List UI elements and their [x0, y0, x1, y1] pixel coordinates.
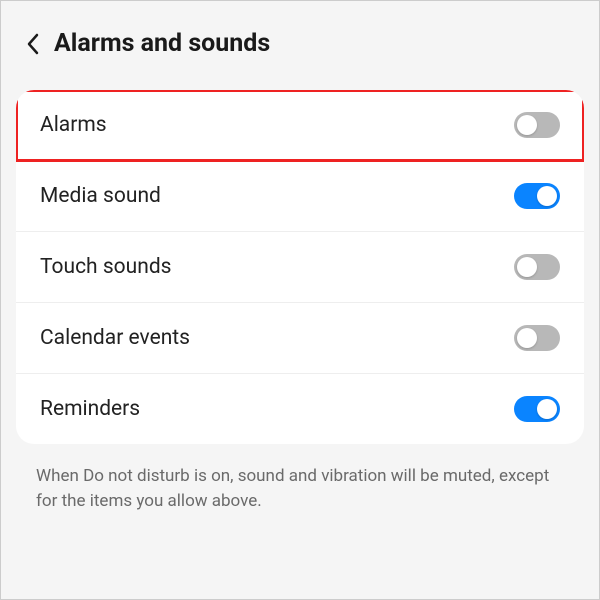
- footer-help-text: When Do not disturb is on, sound and vib…: [16, 444, 584, 521]
- toggle-thumb: [517, 257, 537, 277]
- settings-list: Alarms Media sound Touch sounds Calendar…: [16, 90, 584, 444]
- toggle-touch-sounds[interactable]: [514, 254, 560, 280]
- setting-row-reminders[interactable]: Reminders: [16, 374, 584, 444]
- setting-label: Touch sounds: [40, 255, 172, 279]
- setting-row-media-sound[interactable]: Media sound: [16, 161, 584, 232]
- setting-row-touch-sounds[interactable]: Touch sounds: [16, 232, 584, 303]
- toggle-thumb: [517, 115, 537, 135]
- setting-row-calendar-events[interactable]: Calendar events: [16, 303, 584, 374]
- toggle-reminders[interactable]: [514, 396, 560, 422]
- back-icon[interactable]: [26, 32, 40, 56]
- setting-label: Calendar events: [40, 326, 190, 350]
- setting-row-alarms[interactable]: Alarms: [16, 90, 584, 161]
- toggle-thumb: [517, 328, 537, 348]
- setting-label: Reminders: [40, 397, 140, 421]
- toggle-media-sound[interactable]: [514, 183, 560, 209]
- toggle-calendar-events[interactable]: [514, 325, 560, 351]
- toggle-thumb: [537, 186, 557, 206]
- setting-label: Media sound: [40, 184, 161, 208]
- setting-label: Alarms: [40, 113, 107, 137]
- toggle-alarms[interactable]: [514, 112, 560, 138]
- header-bar: Alarms and sounds: [16, 21, 584, 82]
- toggle-thumb: [537, 399, 557, 419]
- page-title: Alarms and sounds: [54, 29, 270, 58]
